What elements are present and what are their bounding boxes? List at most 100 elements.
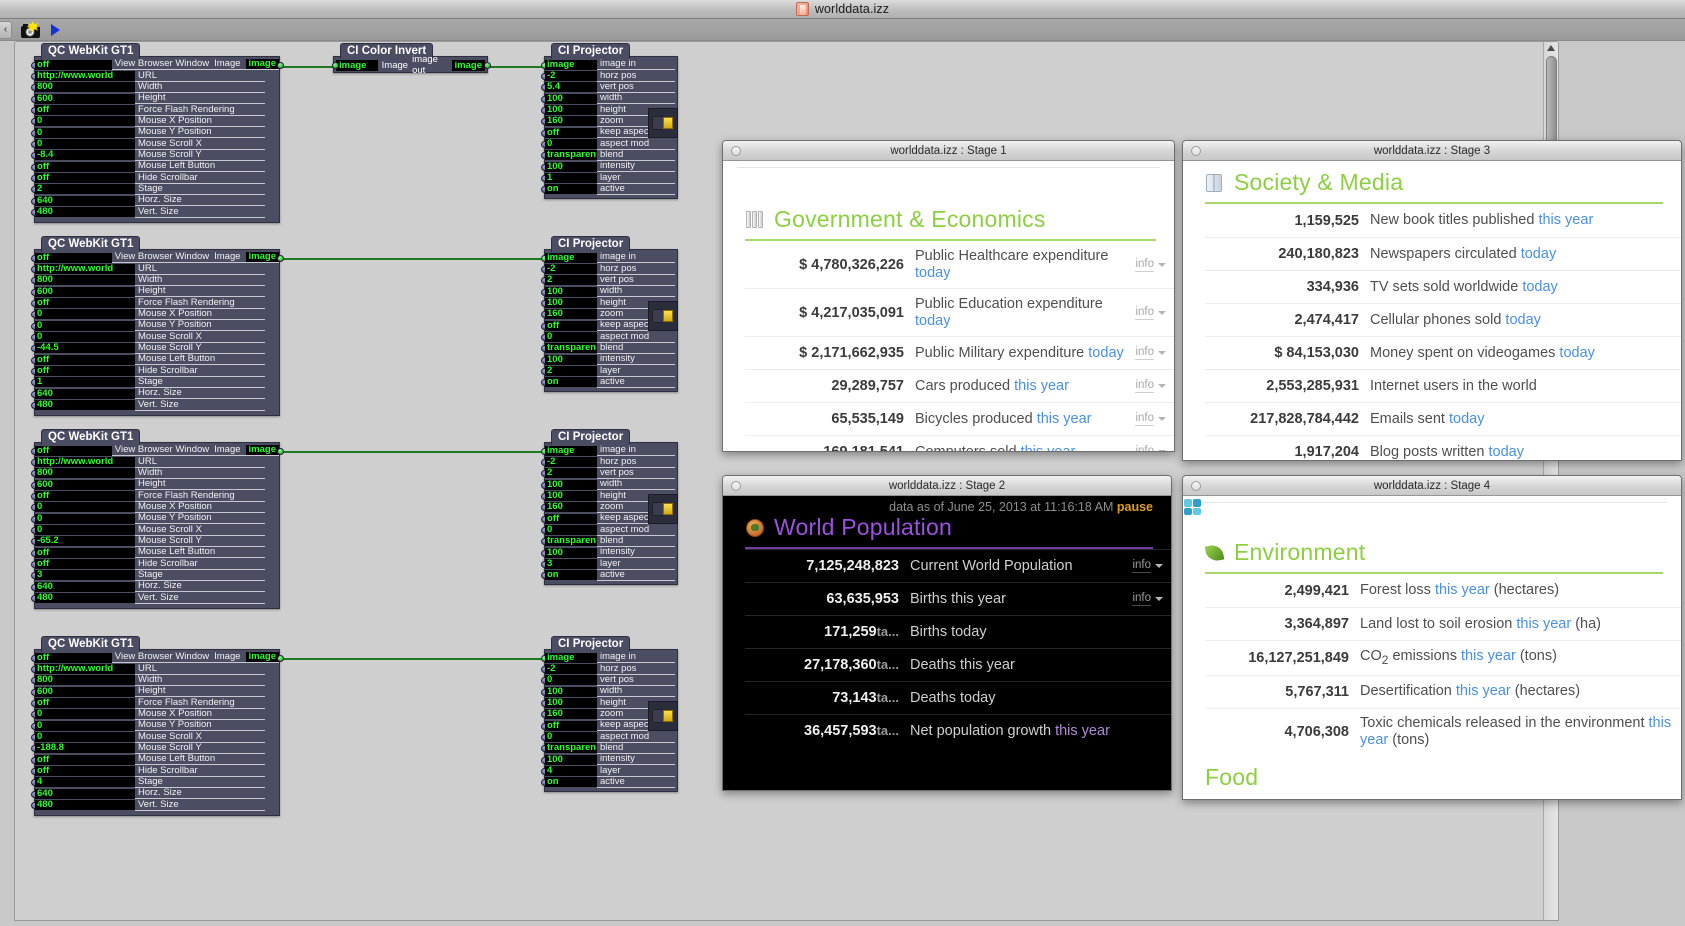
webkit-node-2-row-value[interactable]: 1 [35, 377, 135, 388]
webkit-node-2-row-value[interactable]: http://www.world [35, 264, 135, 275]
webkit-node-3[interactable]: QC WebKit GT1 off View Browser Window Image… [30, 429, 284, 609]
stat-period-link[interactable]: today [915, 265, 950, 281]
webkit-node-2-row-value[interactable]: off [35, 366, 135, 377]
projector-node-1-row-value[interactable]: 0 [545, 139, 597, 150]
webkit-node-2-row-value[interactable]: off [35, 354, 135, 365]
chevron-down-icon[interactable] [1158, 417, 1166, 421]
stat-period-link[interactable]: this year [1538, 212, 1593, 228]
stat-period-link[interactable]: today [1521, 246, 1556, 262]
info-link[interactable]: info [1135, 306, 1154, 320]
output-port-icon[interactable] [276, 254, 284, 262]
pause-button[interactable]: pause [1117, 500, 1153, 514]
webkit-node-3-row-value[interactable]: off [35, 559, 135, 570]
webkit-node-3-row[interactable]: http://www.world URL [30, 456, 279, 468]
projector-node-4-row[interactable]: -2 horz pos [540, 663, 677, 675]
webkit-node-2-row-value[interactable]: 0 [35, 320, 135, 331]
projector-node-2-row-value[interactable]: 100 [545, 298, 597, 309]
webkit-node-1-row-value[interactable]: off [35, 105, 135, 116]
projector-node-1-row-value[interactable]: 100 [545, 105, 597, 116]
stat-period-link[interactable]: today [1505, 312, 1540, 328]
webkit-node-1-row-value[interactable]: http://www.world [35, 71, 135, 82]
projector-node-1-row-value[interactable]: -2 [545, 71, 597, 82]
stat-period-link[interactable]: today [915, 313, 950, 329]
projector-node-3-row-value[interactable]: 3 [545, 559, 597, 570]
projector-node-3-row[interactable]: image image in [540, 445, 677, 457]
chevron-down-icon[interactable] [1158, 262, 1166, 267]
projector-node-3-row-value[interactable]: transparen [545, 536, 597, 547]
webkit-node-4-row[interactable]: 480 Vert. Size [30, 799, 279, 811]
webkit-node-3-row[interactable]: 640 Horz. Size [30, 581, 279, 593]
webkit-node-1-row[interactable]: 480 Vert. Size [30, 206, 279, 218]
output-port-icon[interactable] [276, 447, 284, 455]
projector-node-2-row-value[interactable]: off [545, 320, 597, 331]
projector-node-3-row-value[interactable]: 160 [545, 502, 597, 513]
projector-node-1-row-value[interactable]: on [545, 184, 597, 195]
projector-node-3-row-value[interactable]: 0 [545, 525, 597, 536]
projector-node-4-row[interactable]: image image in [540, 652, 677, 664]
chevron-down-icon[interactable] [1155, 564, 1163, 568]
webkit-node-4-row-value[interactable]: 0 [35, 720, 135, 731]
webkit-node-4-row-value[interactable]: 800 [35, 675, 135, 686]
chevron-down-icon[interactable] [1155, 597, 1163, 601]
projector-node-2-row-value[interactable]: 2 [545, 275, 597, 286]
webkit-node-1-row-value[interactable]: 640 [35, 195, 135, 206]
webkit-node-4-row[interactable]: 640 Horz. Size [30, 788, 279, 800]
webkit-node-3-row-value[interactable]: http://www.world [35, 457, 135, 468]
webkit-node-4-output-chip[interactable]: image [245, 652, 279, 663]
webkit-node-2-row-value[interactable]: off [35, 252, 112, 263]
webkit-node-1-row-value[interactable]: off [35, 173, 135, 184]
projector-node-3-row-value[interactable]: -2 [545, 457, 597, 468]
webkit-node-1[interactable]: QC WebKit GT1 off View Browser Window Image… [30, 43, 284, 223]
webkit-node-1-row-value[interactable]: 600 [35, 93, 135, 104]
stage-window-4[interactable]: worlddata.izz : Stage 4 Environment 2,49… [1182, 475, 1682, 800]
projector-node-1-row[interactable]: image image in [540, 59, 677, 71]
webkit-node-2-row-value[interactable]: -44.5 [35, 343, 135, 354]
play-run-icon[interactable] [51, 24, 60, 36]
projector-node-1-row-value[interactable]: 100 [545, 161, 597, 172]
stage2-titlebar[interactable]: worlddata.izz : Stage 2 [723, 476, 1171, 496]
projector-node-1-preview-thumbnail[interactable] [648, 108, 678, 138]
projector-node-4-row[interactable]: 100 intensity [540, 754, 677, 766]
projector-node-3-row-value[interactable]: off [545, 513, 597, 524]
info-disclosure[interactable]: info [1132, 559, 1171, 573]
webkit-node-1-row[interactable]: 640 Horz. Size [30, 195, 279, 207]
stage1-titlebar[interactable]: worlddata.izz : Stage 1 [723, 141, 1174, 161]
color-invert-ports-row[interactable]: image Image image out image [332, 54, 491, 76]
input-port-icon[interactable] [332, 62, 339, 69]
info-disclosure[interactable]: info [1135, 258, 1174, 272]
output-port-icon[interactable] [484, 62, 491, 69]
projector-node-2-row[interactable]: 100 intensity [540, 354, 677, 366]
webkit-node-3-row-value[interactable]: off [35, 547, 135, 558]
webkit-node-4-row-value[interactable]: 4 [35, 777, 135, 788]
webkit-node-1-row-value[interactable]: off [35, 161, 135, 172]
stage2-close-button[interactable] [731, 481, 741, 491]
webkit-node-3-row[interactable]: 480 Vert. Size [30, 592, 279, 604]
scroll-up-arrow-icon[interactable] [1547, 45, 1555, 51]
projector-node-2-row[interactable]: 100 width [540, 286, 677, 298]
info-link[interactable]: info [1132, 592, 1151, 606]
output-port-icon[interactable] [276, 61, 284, 69]
webkit-node-2-row-value[interactable]: 600 [35, 286, 135, 297]
projector-node-4-row-value[interactable]: image [545, 652, 597, 663]
webkit-node-1-row-value[interactable]: off [35, 59, 112, 70]
webkit-node-3-row-value[interactable]: off [35, 491, 135, 502]
projector-node-3-row-value[interactable]: 100 [545, 479, 597, 490]
webkit-node-2-row[interactable]: 0 Mouse Y Position [30, 320, 279, 332]
chevron-down-icon[interactable] [1158, 450, 1166, 451]
webkit-node-3-row-value[interactable]: 800 [35, 468, 135, 479]
webkit-node-3-output-chip[interactable]: image [245, 445, 279, 456]
stage3-titlebar[interactable]: worlddata.izz : Stage 3 [1183, 141, 1681, 161]
projector-node-2-row-value[interactable]: 100 [545, 286, 597, 297]
info-link[interactable]: info [1132, 559, 1151, 573]
projector-node-4-row-value[interactable]: 0 [545, 675, 597, 686]
webkit-node-2-row-value[interactable]: 800 [35, 275, 135, 286]
projector-node-4-preview-thumbnail[interactable] [648, 701, 678, 731]
projector-node-1-row-value[interactable]: image [545, 59, 597, 70]
webkit-node-1-row[interactable]: http://www.world URL [30, 70, 279, 82]
webkit-node-4-row[interactable]: http://www.world URL [30, 663, 279, 675]
projector-node-4-row-value[interactable]: 100 [545, 698, 597, 709]
webkit-node-3-row-value[interactable]: -65.2 [35, 536, 135, 547]
stat-period-link[interactable]: today [1522, 279, 1557, 295]
webkit-node-4-row-value[interactable]: off [35, 652, 112, 663]
webkit-node-3-row-value[interactable]: 600 [35, 479, 135, 490]
